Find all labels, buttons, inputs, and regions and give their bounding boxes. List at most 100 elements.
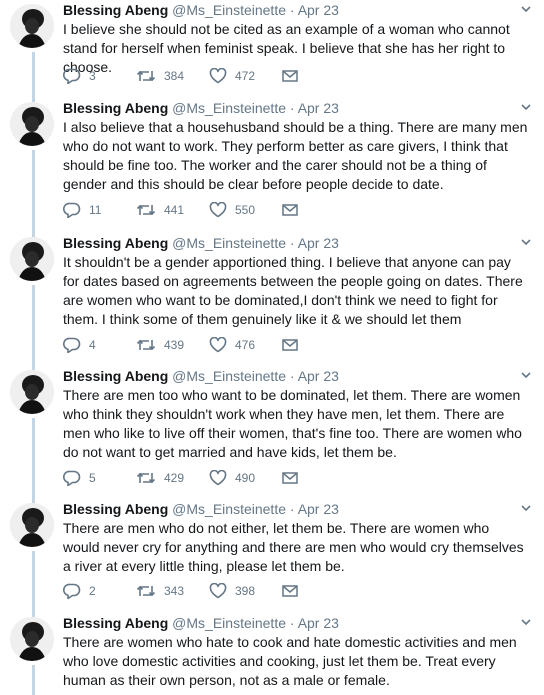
author-name[interactable]: Blessing Abeng <box>63 368 168 384</box>
direct-message-button[interactable] <box>282 335 298 355</box>
direct-message-button[interactable] <box>282 468 298 488</box>
author-handle[interactable]: @Ms_Einsteinette <box>172 501 286 517</box>
avatar[interactable] <box>10 617 54 661</box>
retweet-count: 441 <box>164 203 185 217</box>
chevron-down-icon[interactable] <box>518 500 534 516</box>
avatar[interactable] <box>10 503 54 547</box>
tweet-date[interactable]: Apr 23 <box>298 235 339 251</box>
retweet-count: 439 <box>164 338 185 352</box>
author-name[interactable]: Blessing Abeng <box>63 615 168 631</box>
author-name[interactable]: Blessing Abeng <box>63 235 168 251</box>
like-button[interactable]: 550 <box>209 200 255 220</box>
retweet-button[interactable]: 384 <box>136 66 184 86</box>
reply-icon <box>63 470 81 486</box>
direct-message-button[interactable] <box>282 581 298 601</box>
envelope-icon <box>282 471 298 485</box>
like-count: 476 <box>235 338 256 352</box>
envelope-icon <box>282 338 298 352</box>
retweet-icon <box>136 202 156 218</box>
tweet[interactable]: Blessing Abeng @Ms_Einsteinette · Apr 23… <box>0 366 544 498</box>
reply-button[interactable]: 11 <box>63 200 101 220</box>
reply-icon <box>63 68 81 84</box>
retweet-icon <box>136 337 156 353</box>
retweet-button[interactable]: 429 <box>136 468 184 488</box>
reply-count: 4 <box>89 338 96 352</box>
chevron-down-icon[interactable] <box>518 234 534 250</box>
retweet-button[interactable]: 439 <box>136 335 184 355</box>
tweet-date[interactable]: Apr 23 <box>298 100 339 116</box>
retweet-count: 384 <box>164 69 185 83</box>
retweet-icon <box>136 68 156 84</box>
retweet-button[interactable]: 441 <box>136 200 184 220</box>
like-button[interactable]: 476 <box>209 335 255 355</box>
separator-dot: · <box>289 235 295 251</box>
tweet-text: There are men who do not either, let the… <box>63 520 524 574</box>
tweet-header: Blessing Abeng @Ms_Einsteinette · Apr 23 <box>63 0 514 20</box>
author-handle[interactable]: @Ms_Einsteinette <box>172 235 286 251</box>
like-button[interactable]: 398 <box>209 581 255 601</box>
chevron-down-icon[interactable] <box>518 614 534 630</box>
like-button[interactable]: 490 <box>209 468 255 488</box>
envelope-icon <box>282 69 298 83</box>
chevron-down-icon[interactable] <box>518 367 534 383</box>
separator-dot: · <box>289 2 295 18</box>
tweet-text: It shouldn't be a gender apportioned thi… <box>63 254 523 327</box>
retweet-count: 343 <box>164 584 185 598</box>
author-name[interactable]: Blessing Abeng <box>63 100 168 116</box>
heart-icon <box>209 470 227 486</box>
heart-icon <box>209 583 227 599</box>
tweet[interactable]: Blessing Abeng @Ms_Einsteinette · Apr 23… <box>0 499 544 611</box>
chevron-down-icon[interactable] <box>518 1 534 17</box>
tweet-text: I also believe that a househusband shoul… <box>63 119 528 192</box>
tweet-text: There are women who hate to cook and hat… <box>63 634 517 688</box>
reply-count: 11 <box>89 203 102 217</box>
separator-dot: · <box>289 615 295 631</box>
reply-button[interactable]: 4 <box>63 335 96 355</box>
like-count: 472 <box>235 69 256 83</box>
heart-icon <box>209 68 227 84</box>
author-handle[interactable]: @Ms_Einsteinette <box>172 615 286 631</box>
tweet[interactable]: Blessing Abeng @Ms_Einsteinette · Apr 23… <box>0 613 544 695</box>
envelope-icon <box>282 203 298 217</box>
author-name[interactable]: Blessing Abeng <box>63 2 168 18</box>
reply-button[interactable]: 3 <box>63 66 96 86</box>
reply-icon <box>63 583 81 599</box>
reply-count: 2 <box>89 584 96 598</box>
retweet-button[interactable]: 343 <box>136 581 184 601</box>
avatar[interactable] <box>10 102 54 146</box>
tweet[interactable]: Blessing Abeng @Ms_Einsteinette · Apr 23… <box>0 98 544 230</box>
author-name[interactable]: Blessing Abeng <box>63 501 168 517</box>
like-button[interactable]: 472 <box>209 66 255 86</box>
author-handle[interactable]: @Ms_Einsteinette <box>172 100 286 116</box>
author-handle[interactable]: @Ms_Einsteinette <box>172 2 286 18</box>
tweet-date[interactable]: Apr 23 <box>298 2 339 18</box>
tweet-date[interactable]: Apr 23 <box>298 368 339 384</box>
avatar[interactable] <box>10 237 54 281</box>
tweet-date[interactable]: Apr 23 <box>298 615 339 631</box>
separator-dot: · <box>289 368 295 384</box>
like-count: 490 <box>235 471 256 485</box>
direct-message-button[interactable] <box>282 66 298 86</box>
tweet[interactable]: Blessing Abeng @Ms_Einsteinette · Apr 23… <box>0 0 544 96</box>
avatar[interactable] <box>10 370 54 414</box>
chevron-down-icon[interactable] <box>518 99 534 115</box>
tweet[interactable]: Blessing Abeng @Ms_Einsteinette · Apr 23… <box>0 233 544 365</box>
reply-icon <box>63 202 81 218</box>
retweet-icon <box>136 470 156 486</box>
retweet-count: 429 <box>164 471 185 485</box>
separator-dot: · <box>289 501 295 517</box>
envelope-icon <box>282 584 298 598</box>
tweet-header: Blessing Abeng @Ms_Einsteinette · Apr 23 <box>63 499 514 519</box>
tweet-actions: 2 343 398 <box>63 581 363 601</box>
tweet-header: Blessing Abeng @Ms_Einsteinette · Apr 23 <box>63 98 514 118</box>
author-handle[interactable]: @Ms_Einsteinette <box>172 368 286 384</box>
reply-count: 3 <box>89 69 96 83</box>
reply-button[interactable]: 2 <box>63 581 96 601</box>
reply-button[interactable]: 5 <box>63 468 96 488</box>
reply-icon <box>63 337 81 353</box>
direct-message-button[interactable] <box>282 200 298 220</box>
tweet-actions: 3 384 472 <box>63 66 363 86</box>
tweet-actions: 5 429 490 <box>63 468 363 488</box>
avatar[interactable] <box>10 4 54 48</box>
tweet-date[interactable]: Apr 23 <box>298 501 339 517</box>
